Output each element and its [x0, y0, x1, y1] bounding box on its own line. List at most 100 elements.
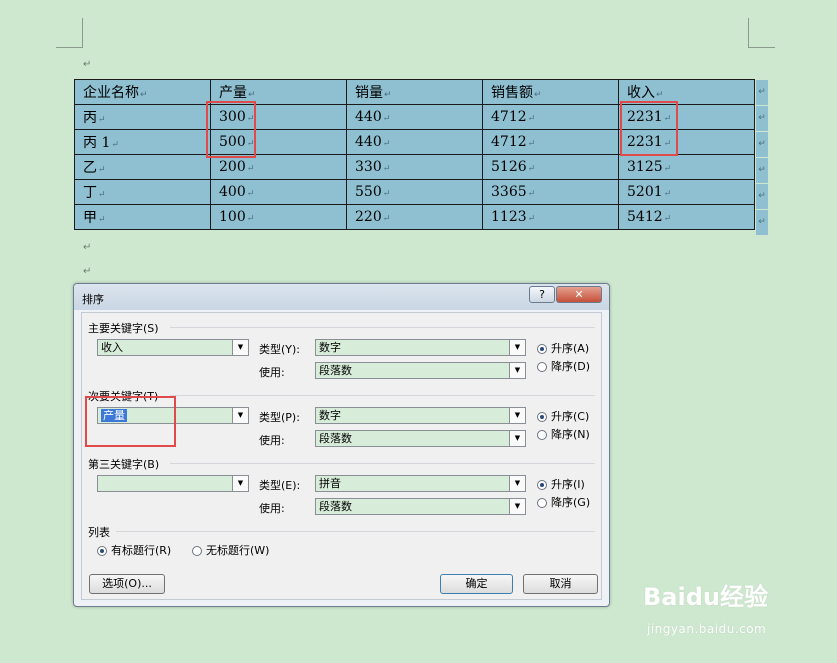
table-cell[interactable]: 330↵	[346, 154, 483, 180]
table-cell[interactable]: 3365↵	[482, 179, 619, 205]
watermark: Baidu经验 jingyan.baidu.com	[643, 577, 768, 636]
help-button[interactable]: ?	[529, 286, 555, 303]
table-cell[interactable]: 乙↵	[74, 154, 211, 180]
paragraph-mark: ↵	[83, 266, 92, 277]
third-use-select[interactable]: 段落数 ▼	[315, 498, 526, 515]
chevron-down-icon[interactable]: ▼	[509, 408, 525, 423]
third-key-label: 第三关键字(B)	[88, 458, 160, 471]
ok-button[interactable]: 确定	[440, 574, 513, 594]
primary-desc-radio[interactable]: 降序(D)	[537, 358, 590, 374]
row-end-mark: ↵	[756, 158, 768, 183]
table-row: 丁↵ 400↵ 550↵ 3365↵ 5201↵	[74, 179, 755, 205]
page-corner-top-right	[748, 18, 775, 48]
table-cell[interactable]: 4712↵	[482, 129, 619, 155]
table-cell[interactable]: 5201↵	[618, 179, 755, 205]
table-cell[interactable]: 丙 1↵	[74, 129, 211, 155]
divider	[170, 395, 595, 396]
divider	[116, 531, 595, 532]
cell-end-mark: ↵	[248, 90, 256, 100]
third-type-select[interactable]: 拼音 ▼	[315, 475, 526, 492]
table-cell[interactable]: 5126↵	[482, 154, 619, 180]
table-cell[interactable]: 440↵	[346, 129, 483, 155]
primary-asc-radio[interactable]: 升序(A)	[537, 340, 589, 356]
table-cell[interactable]: 丁↵	[74, 179, 211, 205]
primary-use-select[interactable]: 段落数 ▼	[315, 362, 526, 379]
dialog-title: 排序	[82, 293, 104, 306]
third-asc-radio[interactable]: 升序(I)	[537, 476, 585, 492]
table-cell[interactable]: 400↵	[210, 179, 347, 205]
divider	[170, 463, 595, 464]
chevron-down-icon[interactable]: ▼	[232, 476, 248, 491]
chevron-down-icon[interactable]: ▼	[509, 363, 525, 378]
page-corner-top-left	[56, 18, 83, 48]
third-desc-radio[interactable]: 降序(G)	[537, 494, 590, 510]
secondary-desc-radio[interactable]: 降序(N)	[537, 426, 590, 442]
cell-end-mark: ↵	[98, 165, 106, 175]
radio-checked-icon	[537, 344, 547, 354]
table-cell[interactable]: 220↵	[346, 204, 483, 230]
chevron-down-icon[interactable]: ▼	[509, 476, 525, 491]
cell-end-mark: ↵	[382, 189, 391, 199]
table-cell[interactable]: 3125↵	[618, 154, 755, 180]
table-cell[interactable]: 1123↵	[482, 204, 619, 230]
third-key-select[interactable]: ▼	[97, 475, 249, 492]
primary-type-label: 类型(Y):	[259, 343, 301, 356]
chevron-down-icon[interactable]: ▼	[232, 408, 248, 423]
secondary-asc-radio[interactable]: 升序(C)	[537, 408, 589, 424]
table-header-cell[interactable]: 销售额↵	[482, 79, 619, 105]
cell-end-mark: ↵	[527, 114, 536, 124]
watermark-url: jingyan.baidu.com	[647, 622, 767, 636]
cell-end-mark: ↵	[98, 115, 106, 125]
watermark-logo: Baidu经验	[643, 583, 768, 611]
cell-end-mark: ↵	[384, 90, 392, 100]
cell-end-mark: ↵	[98, 215, 106, 225]
cell-end-mark: ↵	[663, 164, 672, 174]
secondary-use-select[interactable]: 段落数 ▼	[315, 430, 526, 447]
primary-key-label: 主要关键字(S)	[88, 322, 159, 335]
table-cell[interactable]: 100↵	[210, 204, 347, 230]
table-cell[interactable]: 4712↵	[482, 104, 619, 130]
table-cell[interactable]: 丙↵	[74, 104, 211, 130]
cell-end-mark: ↵	[534, 90, 542, 100]
highlight-secondary-key	[85, 396, 176, 447]
table-header-cell[interactable]: 企业名称↵	[74, 79, 211, 105]
cell-end-mark: ↵	[382, 114, 391, 124]
table-cell[interactable]: 5412↵	[618, 204, 755, 230]
cell-end-mark: ↵	[663, 214, 672, 224]
cell-end-mark: ↵	[527, 189, 536, 199]
row-end-mark: ↵	[756, 210, 768, 235]
table-cell[interactable]: 440↵	[346, 104, 483, 130]
paragraph-mark: ↵	[83, 59, 92, 70]
chevron-down-icon[interactable]: ▼	[509, 340, 525, 355]
header-row-no-radio[interactable]: 无标题行(W)	[192, 542, 269, 558]
cell-end-mark: ↵	[656, 90, 664, 100]
close-button[interactable]: ✕	[556, 286, 602, 303]
table-cell[interactable]: 200↵	[210, 154, 347, 180]
cell-end-mark: ↵	[246, 214, 255, 224]
cell-end-mark: ↵	[382, 214, 391, 224]
cell-end-mark: ↵	[98, 190, 106, 200]
table-cell[interactable]: 550↵	[346, 179, 483, 205]
chevron-down-icon[interactable]: ▼	[509, 431, 525, 446]
secondary-type-select[interactable]: 数字 ▼	[315, 407, 526, 424]
row-end-mark: ↵	[756, 80, 768, 105]
dialog-titlebar[interactable]: 排序 ? ✕	[74, 284, 609, 310]
cell-end-mark: ↵	[382, 164, 391, 174]
cell-end-mark: ↵	[111, 140, 119, 150]
radio-checked-icon	[537, 412, 547, 422]
radio-unchecked-icon	[537, 498, 547, 508]
table-cell[interactable]: 甲↵	[74, 204, 211, 230]
primary-key-select[interactable]: 收入 ▼	[97, 339, 249, 356]
primary-type-select[interactable]: 数字 ▼	[315, 339, 526, 356]
cell-end-mark: ↵	[527, 139, 536, 149]
chevron-down-icon[interactable]: ▼	[509, 499, 525, 514]
table-header-cell[interactable]: 销量↵	[346, 79, 483, 105]
cancel-button[interactable]: 取消	[523, 574, 598, 594]
cell-end-mark: ↵	[527, 214, 536, 224]
secondary-use-label: 使用:	[259, 434, 285, 447]
options-button[interactable]: 选项(O)...	[89, 574, 165, 594]
header-row-yes-radio[interactable]: 有标题行(R)	[97, 542, 171, 558]
chevron-down-icon[interactable]: ▼	[232, 340, 248, 355]
cell-end-mark: ↵	[663, 189, 672, 199]
cell-end-mark: ↵	[246, 189, 255, 199]
